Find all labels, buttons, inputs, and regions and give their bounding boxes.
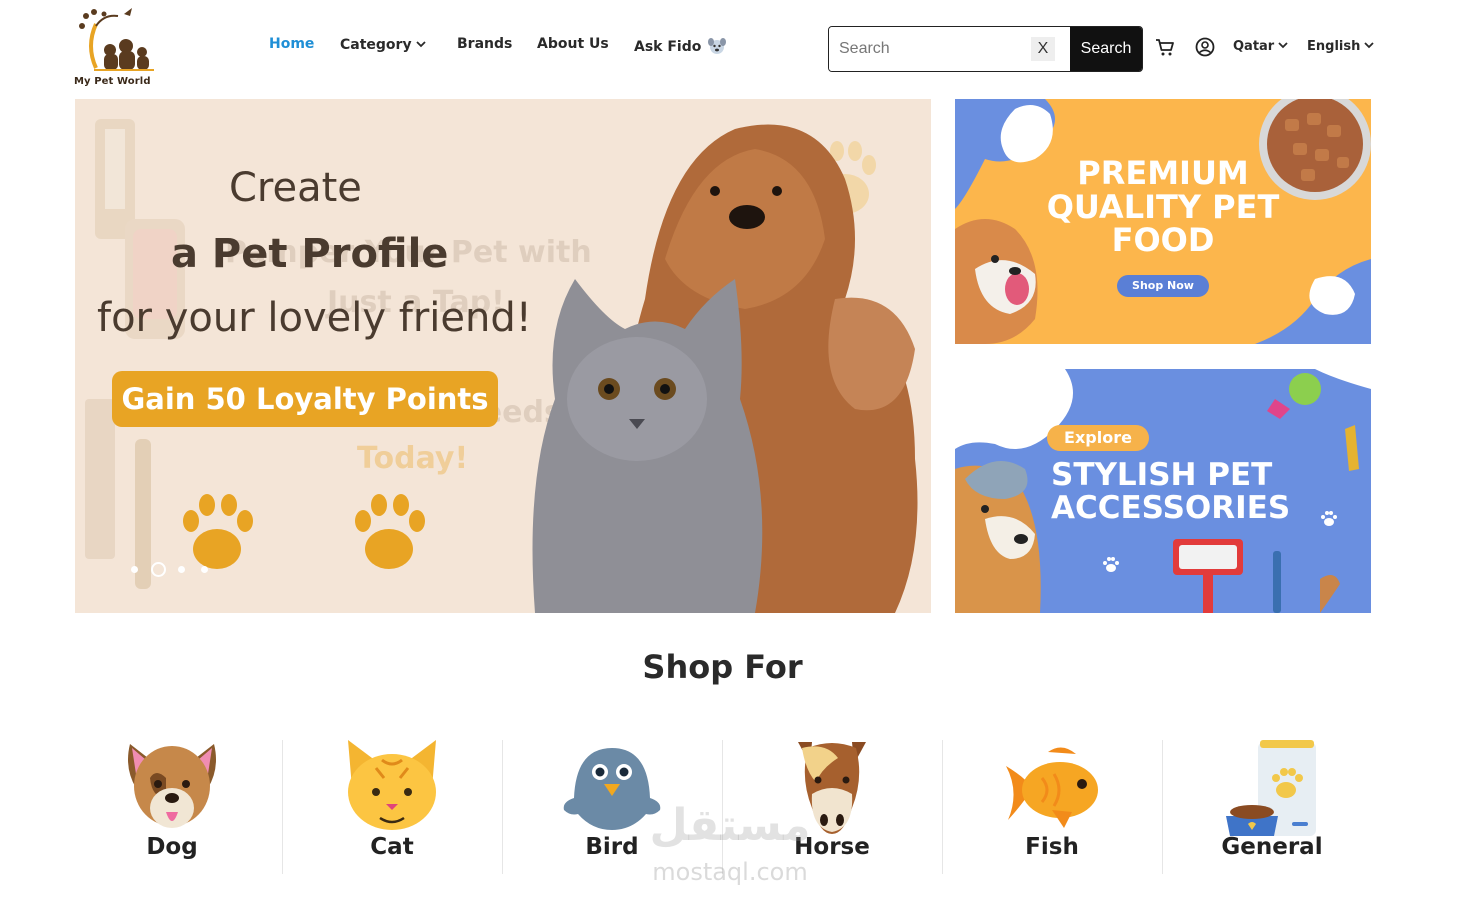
category-general[interactable]: General xyxy=(1162,738,1382,874)
category-fish[interactable]: Fish xyxy=(942,738,1162,874)
hero-heading-line1: Create xyxy=(229,165,362,211)
category-label: Horse xyxy=(794,834,870,860)
language-value: English xyxy=(1307,39,1361,54)
hero-heading-line3: for your lovely friend! xyxy=(97,295,532,341)
country-value: Qatar xyxy=(1233,39,1275,54)
category-label: Bird xyxy=(585,834,639,860)
nav-category[interactable]: Category xyxy=(340,36,426,53)
site-logo[interactable]: My Pet World xyxy=(74,6,164,90)
pet-accessories-banner-title: STYLISH PET ACCESSORIES xyxy=(1051,457,1291,526)
paw-icon xyxy=(1103,557,1119,572)
nav-ask-fido-label: Ask Fido xyxy=(634,39,702,55)
cart-icon[interactable] xyxy=(1154,36,1176,58)
explore-badge: Explore xyxy=(1047,425,1149,451)
dog-and-kitten-photo xyxy=(532,124,918,613)
pet-food-banner[interactable]: PREMIUM QUALITY PET FOOD Shop Now xyxy=(955,99,1371,344)
logo-text: My Pet World xyxy=(74,76,151,87)
search-bar: X Search xyxy=(828,26,1143,72)
nav-ask-fido[interactable]: Ask Fido xyxy=(634,36,727,56)
fish-icon xyxy=(1006,747,1098,828)
horse-icon xyxy=(798,742,866,834)
category-label: Cat xyxy=(370,834,414,860)
nav-brands[interactable]: Brands xyxy=(457,36,512,52)
chevron-down-icon xyxy=(1278,38,1288,53)
dog-face-icon xyxy=(707,36,727,56)
pet-food-icon xyxy=(1226,740,1316,836)
shop-now-button[interactable]: Shop Now xyxy=(1117,275,1209,297)
cat-icon xyxy=(348,740,436,830)
category-cat[interactable]: Cat xyxy=(282,738,502,874)
search-button[interactable]: Search xyxy=(1070,27,1142,71)
site-header: My Pet World Home Category Brands About … xyxy=(0,0,1459,96)
carousel-dot-2[interactable] xyxy=(151,562,166,577)
pet-food-banner-title: PREMIUM QUALITY PET FOOD xyxy=(1046,154,1280,260)
hero-heading-line2: a Pet Profile xyxy=(171,231,449,277)
category-list: Dog Cat Bird Horse Fish General xyxy=(62,738,1382,878)
user-account-icon[interactable] xyxy=(1194,36,1216,58)
shop-for-title: Shop For xyxy=(642,648,803,686)
paw-icon xyxy=(1321,511,1337,526)
country-select[interactable]: Qatar xyxy=(1233,38,1288,54)
category-bird[interactable]: Bird xyxy=(502,738,722,874)
clear-search-button[interactable]: X xyxy=(1031,37,1055,61)
bird-icon xyxy=(563,748,661,830)
chevron-down-icon xyxy=(415,36,426,52)
hero-bg-text-4: Today! xyxy=(357,441,469,476)
category-dog[interactable]: Dog xyxy=(62,738,282,874)
nav-category-label: Category xyxy=(340,37,412,53)
chevron-down-icon xyxy=(1364,38,1374,53)
language-select[interactable]: English xyxy=(1307,38,1374,54)
logo-tree-icon xyxy=(79,8,154,71)
category-label: General xyxy=(1221,834,1323,860)
carousel-dot-3[interactable] xyxy=(178,566,185,573)
loyalty-points-badge: Gain 50 Loyalty Points xyxy=(112,371,498,427)
category-horse[interactable]: Horse xyxy=(722,738,942,874)
pet-accessories-banner[interactable]: Explore STYLISH PET ACCESSORIES xyxy=(955,369,1371,613)
dog-icon xyxy=(128,744,216,828)
carousel-dot-1[interactable] xyxy=(131,566,138,573)
category-label: Fish xyxy=(1025,834,1079,860)
nav-about-us[interactable]: About Us xyxy=(537,36,609,52)
carousel-dot-4[interactable] xyxy=(201,566,208,573)
category-label: Dog xyxy=(146,834,198,860)
nav-home[interactable]: Home xyxy=(269,36,314,52)
paw-prints-icon xyxy=(183,494,425,569)
hero-carousel[interactable]: Pamper Your Pet with Just a Tap! Get All… xyxy=(75,99,931,613)
